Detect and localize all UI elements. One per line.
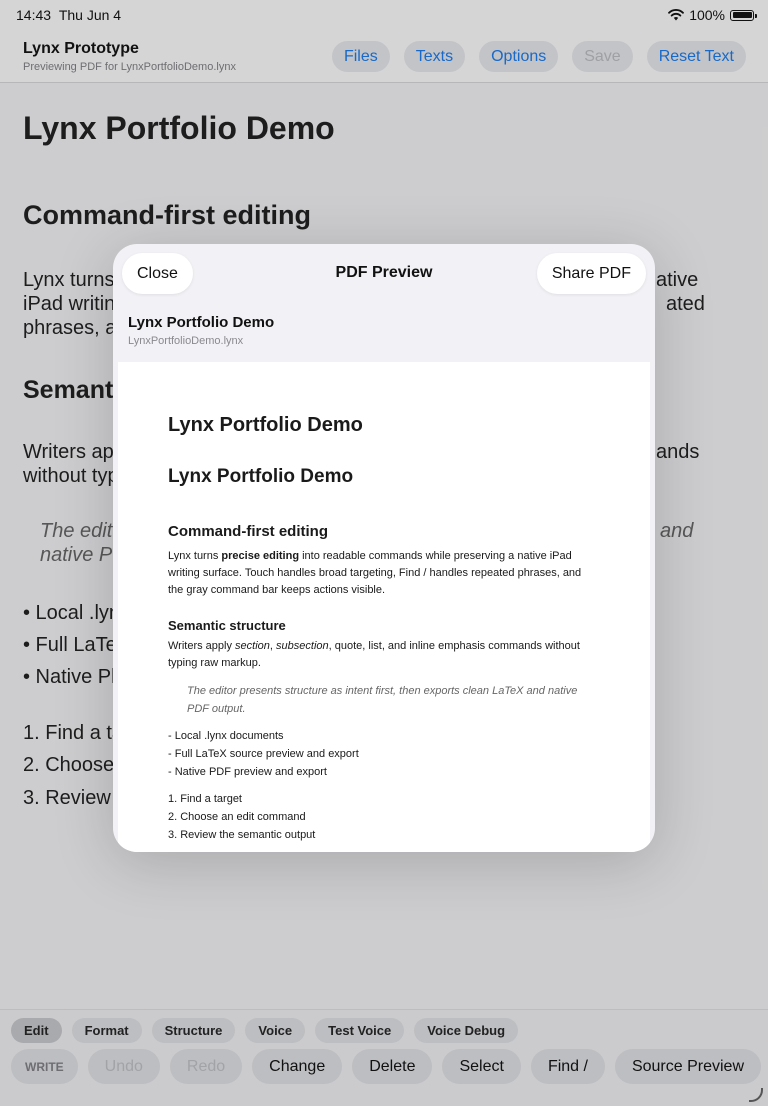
files-button[interactable]: Files — [331, 41, 390, 72]
pdf-preview-modal: PDF Preview Close Share PDF Lynx Portfol… — [113, 244, 655, 852]
resize-corner-icon — [749, 1088, 763, 1102]
tab-structure[interactable]: Structure — [151, 1018, 236, 1043]
pdf-section-heading: Command-first editing — [168, 523, 328, 540]
status-time: 14:43 Thu Jun 4 — [16, 7, 122, 23]
status-right: 100% — [668, 7, 757, 23]
pdf-section-body: Lynx turns precise editing into readable… — [168, 550, 582, 596]
tab-voice[interactable]: Voice — [245, 1018, 306, 1043]
command-tabs: Edit Format Structure Voice Test Voice V… — [11, 1018, 519, 1043]
wifi-icon — [668, 9, 685, 21]
pdf-list-item: - Local .lynx documents — [168, 730, 284, 742]
pdf-list-item: - Full LaTeX source preview and export — [168, 748, 359, 760]
select-button[interactable]: Select — [442, 1049, 521, 1084]
app-subtitle: Previewing PDF for LynxPortfolioDemo.lyn… — [23, 61, 236, 73]
undo-button[interactable]: Undo — [87, 1049, 160, 1084]
options-button[interactable]: Options — [479, 41, 559, 72]
pdf-quote: The editor presents structure as intent … — [187, 685, 578, 715]
tab-test-voice[interactable]: Test Voice — [315, 1018, 405, 1043]
find-button[interactable]: Find / — [530, 1049, 605, 1084]
write-mode-button[interactable]: WRITE — [11, 1049, 78, 1084]
command-actions: WRITE Undo Redo Change Delete Select Fin… — [11, 1049, 761, 1084]
redo-button[interactable]: Redo — [169, 1049, 243, 1084]
source-preview-button[interactable]: Source Preview — [614, 1049, 761, 1084]
pdf-subsection-heading: Semantic structure — [168, 618, 286, 633]
app-header: Lynx Prototype Previewing PDF for LynxPo… — [0, 30, 768, 83]
command-bar: Edit Format Structure Voice Test Voice V… — [0, 1009, 768, 1106]
share-pdf-button[interactable]: Share PDF — [536, 253, 646, 294]
status-bar: 14:43 Thu Jun 4 100% — [0, 0, 768, 30]
pdf-list-item: - Native PDF preview and export — [168, 766, 327, 778]
reset-text-button[interactable]: Reset Text — [646, 41, 746, 72]
tab-edit[interactable]: Edit — [11, 1018, 62, 1043]
battery-percent: 100% — [689, 7, 725, 23]
pdf-numbered-item: 2. Choose an edit command — [168, 811, 306, 823]
preview-doc-title: Lynx Portfolio Demo — [128, 314, 275, 331]
save-button[interactable]: Save — [572, 41, 633, 72]
pdf-title: Lynx Portfolio Demo — [168, 414, 363, 436]
pdf-subsection-body: Writers apply section, subsection, quote… — [168, 640, 580, 669]
tab-voice-debug[interactable]: Voice Debug — [414, 1018, 519, 1043]
change-button[interactable]: Change — [252, 1049, 343, 1084]
battery-icon — [730, 9, 757, 21]
app-title: Lynx Prototype — [23, 40, 139, 57]
pdf-page[interactable]: Lynx Portfolio Demo Lynx Portfolio Demo … — [118, 362, 650, 852]
pdf-document-heading: Lynx Portfolio Demo — [168, 466, 354, 487]
close-button[interactable]: Close — [122, 253, 193, 294]
pdf-numbered-item: 3. Review the semantic output — [168, 829, 316, 841]
header-buttons: Files Texts Options Save Reset Text — [331, 41, 746, 72]
delete-button[interactable]: Delete — [352, 1049, 433, 1084]
pdf-numbered-item: 1. Find a target — [168, 793, 242, 805]
preview-doc-filename: LynxPortfolioDemo.lynx — [128, 335, 244, 347]
tab-format[interactable]: Format — [71, 1018, 142, 1043]
texts-button[interactable]: Texts — [403, 41, 466, 72]
